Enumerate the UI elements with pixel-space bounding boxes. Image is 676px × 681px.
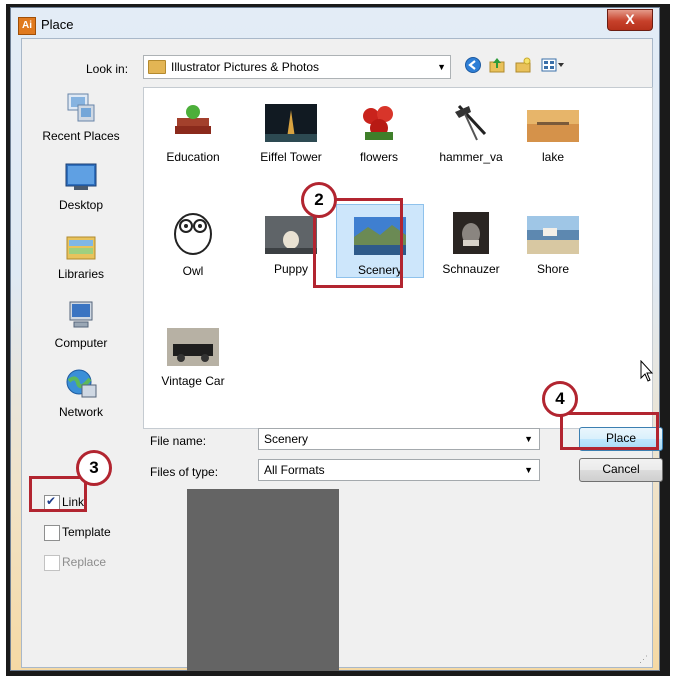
chevron-down-icon: ▼ — [524, 465, 533, 475]
place-dialog: Ai Place X Look in: Illustrator Pictures… — [10, 7, 663, 671]
place-desktop[interactable]: Desktop — [22, 160, 140, 212]
template-checkbox[interactable] — [44, 525, 60, 541]
view-menu-icon[interactable] — [540, 56, 566, 74]
look-in-dropdown[interactable]: Illustrator Pictures & Photos ▼ — [143, 55, 451, 79]
vintage-car-thumbnail — [167, 328, 219, 366]
close-button[interactable]: X — [607, 9, 653, 31]
place-network[interactable]: Network — [22, 367, 140, 419]
callout-box-link — [29, 476, 87, 512]
look-in-label: Look in: — [86, 62, 129, 76]
file-type-dropdown[interactable]: All Formats ▼ — [258, 459, 540, 481]
place-libraries[interactable]: Libraries — [22, 229, 140, 281]
folder-icon — [148, 60, 166, 74]
file-item-vintage-car[interactable]: Vintage Car — [150, 328, 236, 388]
file-type-label: Files of type: — [150, 465, 219, 479]
hammer-thumbnail — [445, 104, 497, 142]
desktop-icon — [64, 160, 98, 194]
dialog-title: Place — [41, 17, 74, 32]
title-bar: Ai Place X — [11, 8, 659, 38]
place-label: Recent Places — [42, 129, 120, 143]
replace-label: Replace — [62, 555, 107, 569]
place-label: Network — [58, 405, 103, 419]
back-icon[interactable] — [464, 56, 482, 74]
up-folder-icon[interactable] — [488, 56, 506, 74]
file-name-label: File name: — [150, 434, 207, 448]
lake-thumbnail — [527, 104, 579, 142]
place-label: Desktop — [58, 198, 104, 212]
mouse-pointer-icon — [640, 359, 654, 385]
recent-places-icon — [64, 91, 98, 125]
file-item-lake[interactable]: lake — [510, 104, 596, 164]
file-label: Schnauzer — [442, 262, 500, 276]
callout-number-3: 3 — [76, 450, 112, 486]
new-folder-icon[interactable] — [514, 56, 532, 74]
libraries-icon — [64, 229, 98, 263]
file-item-eiffel-tower[interactable]: Eiffel Tower — [248, 104, 334, 164]
file-item-flowers[interactable]: flowers — [336, 104, 422, 164]
file-label: Eiffel Tower — [260, 150, 322, 164]
file-label: lake — [541, 150, 564, 164]
network-icon — [64, 367, 98, 401]
chevron-down-icon: ▼ — [437, 62, 446, 72]
place-label: Libraries — [57, 267, 105, 281]
file-item-education[interactable]: Education — [150, 104, 236, 164]
place-recent-places[interactable]: Recent Places — [22, 91, 140, 143]
file-item-schnauzer[interactable]: Schnauzer — [428, 212, 514, 276]
replace-checkbox — [44, 555, 60, 571]
cancel-button[interactable]: Cancel — [579, 458, 663, 482]
image-preview — [187, 489, 339, 671]
file-name-input[interactable]: Scenery ▼ — [258, 428, 540, 450]
eiffel-tower-thumbnail — [265, 104, 317, 142]
file-label: Education — [166, 150, 220, 164]
education-thumbnail — [167, 104, 219, 142]
resize-grip-icon[interactable]: ⋰ — [639, 654, 649, 664]
file-label: flowers — [359, 150, 398, 164]
schnauzer-thumbnail — [445, 212, 497, 254]
callout-number-4: 4 — [542, 381, 578, 417]
place-label: Computer — [54, 336, 108, 350]
file-label: Vintage Car — [161, 374, 225, 388]
computer-icon — [64, 298, 98, 332]
dialog-client-area: Look in: Illustrator Pictures & Photos ▼… — [21, 38, 663, 671]
file-label: Shore — [536, 262, 570, 276]
file-label: Owl — [182, 264, 204, 278]
file-type-value: All Formats — [264, 463, 325, 477]
shore-thumbnail — [527, 216, 579, 254]
file-item-hammer-va[interactable]: hammer_va — [428, 104, 514, 164]
puppy-thumbnail — [265, 216, 317, 254]
flowers-thumbnail — [353, 104, 405, 142]
look-in-value: Illustrator Pictures & Photos — [171, 60, 320, 74]
callout-box-place — [560, 412, 659, 450]
file-item-shore[interactable]: Shore — [510, 216, 596, 276]
file-name-value: Scenery — [264, 432, 309, 446]
illustrator-app-icon: Ai — [18, 17, 36, 35]
file-item-owl[interactable]: Owl — [150, 213, 236, 278]
callout-number-2: 2 — [301, 182, 337, 218]
file-label: hammer_va — [439, 150, 503, 164]
chevron-down-icon[interactable]: ▼ — [524, 434, 533, 444]
template-label: Template — [62, 525, 111, 539]
owl-thumbnail — [167, 204, 219, 256]
place-computer[interactable]: Computer — [22, 298, 140, 350]
